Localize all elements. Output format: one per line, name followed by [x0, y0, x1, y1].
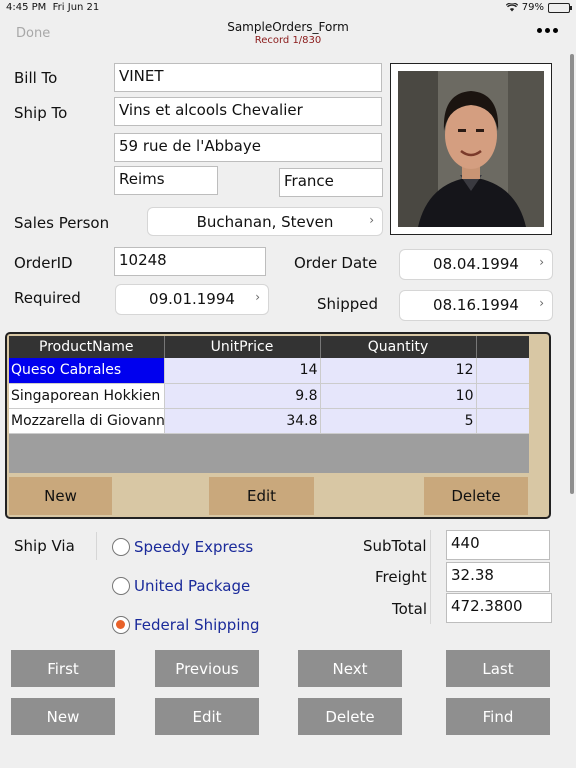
product-name-cell[interactable]: Queso Cabrales — [9, 358, 165, 384]
next-button[interactable]: Next — [298, 650, 402, 687]
product-name-cell[interactable]: Mozzarella di Giovanni — [9, 408, 165, 434]
employee-photo — [390, 63, 552, 235]
column-header-productname[interactable]: ProductName — [9, 336, 165, 358]
chevron-right-icon: › — [255, 290, 260, 304]
order-details-panel: ProductName UnitPrice Quantity D Queso C… — [5, 332, 551, 519]
product-name-cell[interactable]: Singaporean Hokkien — [9, 383, 165, 409]
required-label: Required — [14, 289, 81, 307]
subtotal-field[interactable]: 440 — [446, 530, 550, 560]
table-row[interactable]: Mozzarella di Giovanni 34.8 5 — [9, 408, 529, 434]
order-date-picker[interactable]: 08.04.1994 › — [399, 249, 553, 280]
radio-speedy-express[interactable]: Speedy Express — [112, 538, 253, 556]
column-header-quantity[interactable]: Quantity — [320, 336, 477, 358]
ship-to-label: Ship To — [14, 104, 68, 122]
radio-label: Speedy Express — [134, 538, 254, 556]
first-button[interactable]: First — [11, 650, 115, 687]
total-field[interactable]: 472.3800 — [446, 593, 552, 623]
wifi-icon — [505, 3, 518, 12]
radio-federal-shipping[interactable]: Federal Shipping — [112, 616, 260, 634]
status-right: 79% — [505, 2, 572, 13]
shipped-date-picker[interactable]: 08.16.1994 › — [399, 290, 553, 321]
grid-new-button[interactable]: New — [9, 477, 112, 515]
radio-united-package[interactable]: United Package — [112, 577, 250, 595]
more-icon[interactable] — [537, 28, 558, 33]
divider — [96, 532, 97, 560]
subtotal-label: SubTotal — [363, 537, 427, 555]
last-button[interactable]: Last — [446, 650, 550, 687]
status-bar: 4:45 PM Fri Jun 21 79% — [0, 0, 576, 16]
table-row[interactable]: Queso Cabrales 14 12 — [9, 358, 529, 384]
record-indicator: Record 1/830 — [254, 35, 322, 46]
sales-person-value: Buchanan, Steven — [196, 213, 334, 231]
radio-label: United Package — [134, 577, 251, 595]
edit-button[interactable]: Edit — [155, 698, 259, 735]
bill-to-label: Bill To — [14, 69, 58, 87]
chevron-right-icon: › — [539, 296, 544, 310]
quantity-cell[interactable]: 12 — [320, 358, 477, 384]
order-id-field[interactable]: 10248 — [114, 247, 266, 276]
quantity-cell[interactable]: 5 — [320, 408, 477, 434]
grid-delete-button[interactable]: Delete — [424, 477, 528, 515]
order-date-value: 08.04.1994 — [433, 255, 519, 273]
required-date-value: 09.01.1994 — [149, 290, 235, 308]
scrollbar[interactable] — [570, 54, 574, 494]
form-title: SampleOrders_Form — [227, 20, 349, 34]
battery-percent: 79% — [521, 2, 544, 13]
bill-to-field[interactable]: VINET — [114, 63, 382, 92]
discount-cell[interactable] — [476, 383, 529, 409]
chevron-right-icon: › — [369, 213, 374, 227]
ship-address-field[interactable]: 59 rue de l'Abbaye — [114, 133, 382, 162]
sales-person-label: Sales Person — [14, 214, 110, 232]
radio-button-icon — [112, 538, 130, 556]
sales-person-picker[interactable]: Buchanan, Steven › — [147, 207, 383, 236]
shipped-date-value: 08.16.1994 — [433, 296, 519, 314]
quantity-cell[interactable]: 10 — [320, 383, 477, 409]
radio-label: Federal Shipping — [134, 616, 260, 634]
delete-button[interactable]: Delete — [298, 698, 402, 735]
discount-cell[interactable] — [476, 358, 529, 384]
table-row[interactable]: Singaporean Hokkien 9.8 10 — [9, 383, 529, 409]
freight-label: Freight — [375, 568, 427, 586]
employee-portrait-image — [398, 71, 544, 227]
unit-price-cell[interactable]: 14 — [164, 358, 321, 384]
discount-cell[interactable] — [476, 408, 529, 434]
column-header-discount[interactable]: D — [476, 336, 529, 358]
order-date-label: Order Date — [294, 254, 378, 272]
new-button[interactable]: New — [11, 698, 115, 735]
radio-button-icon — [112, 577, 130, 595]
grid-header-row: ProductName UnitPrice Quantity D — [9, 336, 529, 358]
battery-icon — [548, 2, 572, 13]
required-date-picker[interactable]: 09.01.1994 › — [115, 284, 269, 315]
ship-name-field[interactable]: Vins et alcools Chevalier — [114, 97, 382, 126]
navigation-bar: Done SampleOrders_Form Record 1/830 — [0, 16, 576, 52]
total-label: Total — [392, 600, 428, 618]
unit-price-cell[interactable]: 9.8 — [164, 383, 321, 409]
divider — [430, 530, 431, 624]
ship-country-field[interactable]: France — [279, 168, 383, 197]
ship-via-label: Ship Via — [14, 537, 75, 555]
order-details-grid[interactable]: ProductName UnitPrice Quantity D Queso C… — [9, 336, 529, 473]
chevron-right-icon: › — [539, 255, 544, 269]
column-header-unitprice[interactable]: UnitPrice — [164, 336, 321, 358]
shipped-label: Shipped — [317, 295, 378, 313]
ship-city-field[interactable]: Reims — [114, 166, 218, 195]
status-time: 4:45 PM Fri Jun 21 — [6, 2, 100, 13]
find-button[interactable]: Find — [446, 698, 550, 735]
freight-field[interactable]: 32.38 — [446, 562, 550, 592]
order-id-label: OrderID — [14, 254, 73, 272]
previous-button[interactable]: Previous — [155, 650, 259, 687]
unit-price-cell[interactable]: 34.8 — [164, 408, 321, 434]
radio-button-selected-icon — [112, 616, 130, 634]
grid-edit-button[interactable]: Edit — [209, 477, 314, 515]
